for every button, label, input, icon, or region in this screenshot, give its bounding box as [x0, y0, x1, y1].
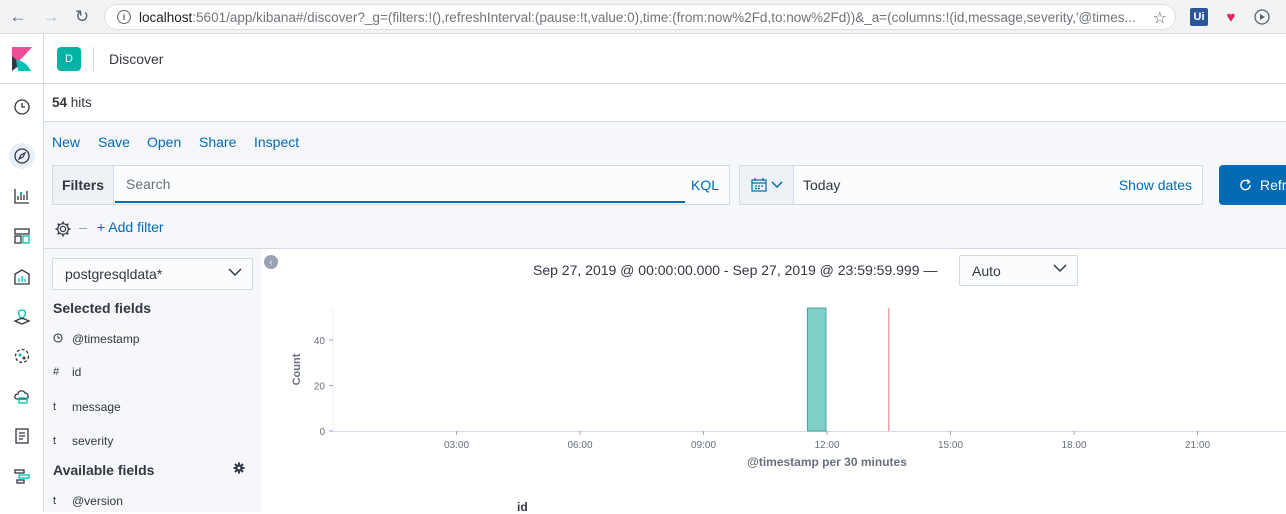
field-name: severity	[72, 434, 114, 448]
y-axis-label: Count	[291, 353, 303, 385]
gear-icon[interactable]	[54, 220, 72, 238]
reload-icon[interactable]: ↻	[71, 6, 93, 28]
field-severity[interactable]: t severity	[53, 434, 113, 448]
back-arrow-icon[interactable]: ←	[7, 6, 29, 28]
extension-ui-icon[interactable]: Ui	[1190, 8, 1208, 26]
quick-select-button[interactable]	[740, 166, 794, 204]
space-initial: D	[65, 53, 73, 65]
field-name: message	[72, 400, 121, 414]
y-tick-label: 20	[314, 381, 326, 392]
breadcrumb: Discover	[109, 51, 164, 67]
address-bar[interactable]: i localhost:5601/app/kibana#/discover?_g…	[104, 4, 1176, 30]
browser-toolbar: ← → ↻ i localhost:5601/app/kibana#/disco…	[0, 0, 1286, 34]
field-id[interactable]: # id	[53, 365, 81, 379]
number-type-icon: #	[53, 366, 60, 378]
y-tick-label: 0	[319, 427, 325, 438]
filter-divider	[79, 228, 87, 229]
hits-number: 54	[52, 95, 68, 110]
gear-icon[interactable]	[233, 462, 245, 474]
index-pattern-select[interactable]: postgresqldata*	[52, 258, 253, 290]
query-bar: Filters KQL	[52, 165, 730, 205]
add-filter-button[interactable]: + Add filter	[97, 219, 164, 235]
date-range-text[interactable]: Today	[803, 177, 840, 193]
selected-fields-title: Selected fields	[53, 300, 152, 316]
forward-arrow-icon[interactable]: →	[40, 6, 62, 28]
string-type-icon: t	[53, 495, 57, 507]
search-input[interactable]	[115, 166, 685, 203]
show-dates-link[interactable]: Show dates	[1119, 177, 1192, 193]
string-type-icon: t	[53, 435, 57, 447]
hits-bar: 54 hits	[44, 84, 1286, 122]
url-path: :5601/app/kibana#/discover?_g=(filters:!…	[192, 9, 1136, 25]
collapse-sidebar-icon[interactable]: ‹	[264, 255, 278, 269]
x-tick-label: 03:00	[444, 440, 469, 451]
hits-label: hits	[67, 95, 92, 110]
refresh-icon	[1240, 178, 1251, 191]
site-info-icon[interactable]: i	[117, 10, 131, 24]
time-range-label: Sep 27, 2019 @ 00:00:00.000 - Sep 27, 20…	[533, 262, 938, 278]
field-version[interactable]: t @version	[53, 494, 123, 508]
apm-icon[interactable]	[9, 463, 35, 489]
kibana-logo-icon[interactable]	[0, 34, 44, 84]
inspect-link[interactable]: Inspect	[254, 134, 299, 150]
refresh-label: Refresh	[1259, 177, 1286, 193]
url-host: localhost	[139, 9, 193, 25]
top-nav-area: New Save Open Share Inspect Filters KQL …	[44, 122, 1286, 249]
share-link[interactable]: Share	[199, 134, 236, 150]
extension-ui-label: Ui	[1193, 11, 1205, 23]
date-picker: Today Show dates	[739, 165, 1203, 205]
hits-count: 54 hits	[52, 95, 92, 110]
space-avatar[interactable]: D	[57, 47, 81, 71]
open-link[interactable]: Open	[147, 134, 181, 150]
clock-icon	[53, 332, 72, 346]
index-pattern-label: postgresqldata*	[65, 266, 163, 282]
field-sidebar: postgresqldata* Selected fields @timesta…	[44, 249, 261, 512]
recently-viewed-clock-icon[interactable]	[9, 94, 35, 120]
string-type-icon: t	[53, 401, 57, 413]
x-tick-label: 06:00	[567, 440, 592, 451]
header-divider	[93, 47, 94, 71]
chevron-down-icon	[770, 181, 783, 189]
refresh-button[interactable]: Refresh	[1219, 165, 1286, 205]
x-tick-label: 21:00	[1185, 440, 1210, 451]
x-tick-label: 15:00	[938, 440, 963, 451]
histogram-bar	[806, 307, 827, 432]
histogram-chart: 0 20 40 03:00 06:00 09:00 12:00 15:00 18:00 21:00…	[291, 307, 1286, 469]
maps-icon[interactable]	[9, 304, 35, 330]
canvas-icon[interactable]	[9, 264, 35, 290]
bookmark-star-icon[interactable]: ☆	[1153, 8, 1167, 28]
save-link[interactable]: Save	[98, 134, 130, 150]
machine-learning-icon[interactable]	[9, 343, 35, 369]
available-fields-title: Available fields	[53, 462, 155, 478]
kibana-header: D Discover	[0, 34, 1286, 84]
interval-label: Auto	[972, 263, 1001, 279]
x-axis-label: @timestamp per 30 minutes	[747, 455, 907, 469]
field-timestamp[interactable]: @timestamp	[53, 332, 140, 346]
field-name: id	[72, 365, 82, 379]
visualize-chart-icon[interactable]	[9, 183, 35, 209]
heart-extension-icon[interactable]: ♥	[1222, 8, 1240, 26]
calendar-icon	[750, 178, 767, 192]
infrastructure-icon[interactable]	[9, 383, 35, 409]
discover-compass-icon[interactable]	[9, 143, 35, 169]
field-name: @timestamp	[72, 332, 140, 346]
interval-select[interactable]: Auto	[959, 255, 1078, 286]
dashboard-icon[interactable]	[9, 223, 35, 249]
chevron-down-icon	[1053, 264, 1067, 273]
x-tick-label: 18:00	[1061, 440, 1086, 451]
x-tick-label: 12:00	[814, 440, 839, 451]
x-tick-label: 09:00	[691, 440, 716, 451]
filters-button[interactable]: Filters	[53, 166, 114, 204]
new-link[interactable]: New	[52, 134, 80, 150]
field-name: @version	[72, 494, 123, 508]
chevron-down-icon	[228, 268, 242, 277]
y-tick-label: 40	[314, 336, 326, 347]
play-extension-icon[interactable]	[1253, 8, 1271, 26]
logs-icon[interactable]	[9, 423, 35, 449]
kql-toggle[interactable]: KQL	[691, 177, 719, 193]
field-message[interactable]: t message	[53, 400, 121, 414]
left-nav	[0, 84, 44, 512]
